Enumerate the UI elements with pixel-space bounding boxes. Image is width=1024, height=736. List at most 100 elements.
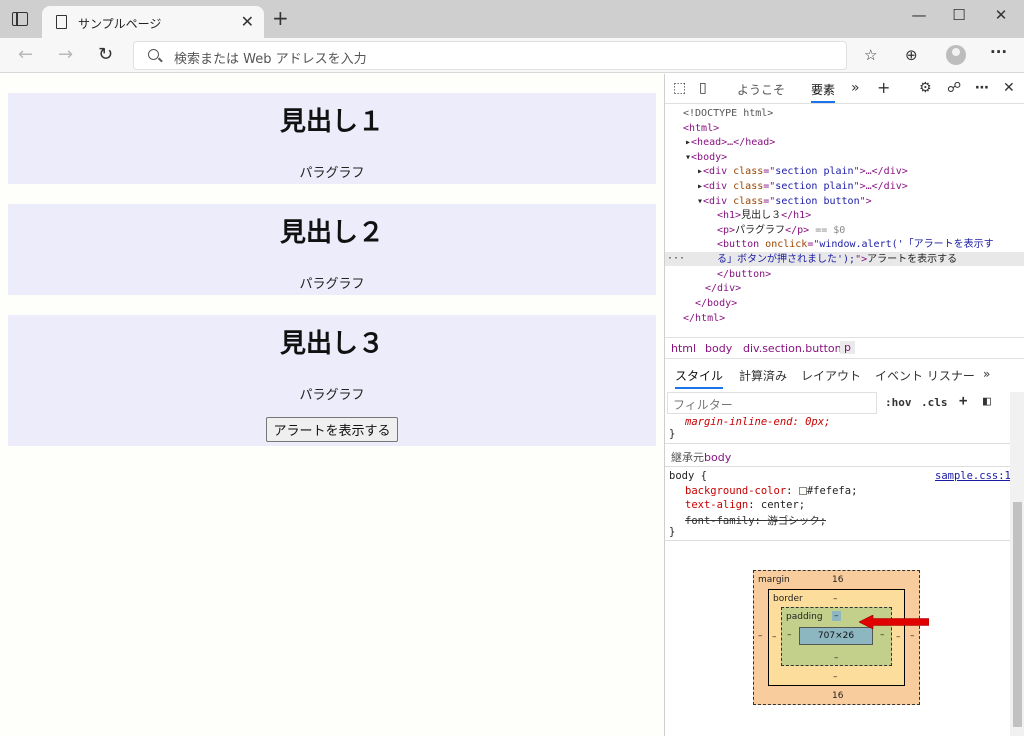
margin-left[interactable]: –: [758, 631, 763, 641]
styles-scrollbar[interactable]: [1010, 392, 1024, 736]
close-window-icon[interactable]: ✕: [986, 4, 1016, 26]
prop-bg-name: background-color: [685, 485, 787, 497]
maximize-icon[interactable]: ☐: [944, 4, 974, 26]
inherited-header: 継承元body: [671, 449, 731, 465]
padding-bottom[interactable]: –: [834, 653, 839, 663]
padding-left[interactable]: –: [787, 630, 792, 640]
dom-div-1-class: section plain: [775, 166, 854, 177]
favorites-icon[interactable]: ☆: [864, 46, 877, 64]
dom-body-close[interactable]: </body>: [695, 297, 737, 312]
dom-html-close[interactable]: </html>: [683, 312, 725, 327]
padding-top[interactable]: –: [832, 611, 841, 621]
connect-icon[interactable]: ☍: [947, 80, 961, 96]
border-left[interactable]: –: [772, 632, 777, 642]
tab-event-listeners[interactable]: イベント リスナー: [875, 367, 975, 384]
prop-text-align[interactable]: text-align: center;: [685, 499, 805, 511]
add-tab-icon[interactable]: +: [877, 78, 890, 97]
dom-div-close[interactable]: </div>: [705, 282, 741, 297]
dom-h1[interactable]: <h1>見出し３</h1>: [717, 209, 811, 224]
crumb-html[interactable]: html: [671, 342, 696, 355]
more-icon[interactable]: ···: [990, 43, 1007, 61]
dom-body[interactable]: ▾<body>: [685, 151, 727, 166]
styles-filter-input[interactable]: フィルター: [667, 392, 877, 414]
tab-title: サンプルページ: [78, 17, 162, 31]
tab-actions-icon[interactable]: [12, 12, 28, 26]
tab-welcome[interactable]: ようこそ: [737, 81, 785, 98]
toggle-sidebar-icon[interactable]: ◧: [983, 394, 991, 409]
paragraph-1: パラグラフ: [299, 166, 365, 181]
rule-close-1: }: [669, 428, 676, 440]
new-rule-button[interactable]: +: [959, 393, 967, 409]
tab-computed[interactable]: 計算済み: [739, 367, 787, 384]
box-model-content[interactable]: 707×26: [799, 627, 873, 645]
prop-font-family[interactable]: font-family: 游ゴシック;: [685, 513, 826, 528]
crumb-div[interactable]: div.section.button: [743, 342, 842, 355]
color-swatch[interactable]: [798, 487, 807, 495]
margin-bottom[interactable]: 16: [832, 691, 843, 701]
collections-icon[interactable]: ⊕: [905, 46, 918, 64]
forward-icon[interactable]: →: [58, 44, 73, 65]
border-top[interactable]: –: [833, 594, 838, 604]
rule-close-2: }: [669, 526, 676, 538]
more-tabs-icon[interactable]: »: [851, 80, 860, 96]
profile-avatar[interactable]: [946, 45, 966, 65]
new-tab-icon[interactable]: +: [272, 8, 289, 28]
padding-right[interactable]: –: [880, 630, 885, 640]
source-link[interactable]: sample.css:1: [935, 470, 1011, 482]
border-bottom[interactable]: –: [833, 672, 838, 682]
settings-icon[interactable]: ⚙: [919, 80, 932, 96]
node-menu-icon[interactable]: ···: [667, 252, 685, 267]
dom-html[interactable]: <html>: [683, 122, 719, 137]
search-icon: [148, 49, 159, 60]
devtools-more-icon[interactable]: ⋯: [975, 80, 989, 96]
dom-head[interactable]: ▸<head>…</head>: [685, 136, 775, 151]
close-tab-icon[interactable]: ✕: [241, 12, 254, 31]
border-right[interactable]: –: [896, 632, 901, 642]
scrollbar-thumb[interactable]: [1013, 502, 1022, 727]
dom-p[interactable]: <p>パラグラフ</p> == $0: [717, 224, 845, 239]
page-viewport: 見出し１ パラグラフ 見出し２ パラグラフ 見出し３ パラグラフ アラートを表示…: [0, 74, 664, 736]
margin-right[interactable]: –: [910, 631, 915, 641]
breadcrumb: html body div.section.button p: [665, 337, 1024, 359]
dom-div-1[interactable]: ▸<div class="section plain">…</div>: [697, 165, 908, 180]
dom-button[interactable]: <button onclick="window.alert('「アラートを表示す: [717, 238, 994, 253]
box-model-margin[interactable]: margin 16 16 – – border – – – – padding …: [753, 570, 920, 705]
dom-doctype[interactable]: <!DOCTYPE html>: [683, 107, 773, 122]
inherited-el[interactable]: body: [704, 451, 731, 464]
device-toolbar-icon[interactable]: ▯: [699, 80, 707, 96]
dom-div-3[interactable]: ▾<div class="section button">: [697, 195, 872, 210]
tab-layout[interactable]: レイアウト: [801, 367, 861, 384]
dom-button-cont[interactable]: る」ボタンが押されました');">アラートを表示する: [717, 253, 957, 268]
cls-button[interactable]: .cls: [921, 396, 948, 409]
address-bar[interactable]: 検索または Web アドレスを入力: [133, 41, 847, 70]
prop-background-color[interactable]: background-color: #fefefa;: [685, 485, 857, 497]
dom-h1-text: 見出し３: [741, 210, 782, 221]
devtools-panel: ⬚ ▯ ようこそ 要素 » + ⚙ ☍ ⋯ ✕ ··· <!DOCTYPE ht…: [664, 74, 1024, 736]
tab-styles[interactable]: スタイル: [675, 367, 724, 389]
margin-top[interactable]: 16: [832, 575, 843, 585]
dom-div-2[interactable]: ▸<div class="section plain">…</div>: [697, 180, 908, 195]
reload-icon[interactable]: ↻: [98, 44, 113, 65]
border-label: border: [773, 594, 803, 604]
hov-button[interactable]: :hov: [885, 396, 912, 409]
dom-div-3-class: section button: [775, 196, 860, 207]
section-1: 見出し１ パラグラフ: [8, 93, 656, 184]
box-model-border[interactable]: border – – – – padding – – – – 707×26: [768, 589, 905, 686]
tab-elements[interactable]: 要素: [811, 81, 836, 103]
crumb-body[interactable]: body: [705, 342, 732, 355]
paragraph-3: パラグラフ: [299, 388, 365, 403]
minimize-icon[interactable]: —: [904, 4, 934, 26]
browser-tab[interactable]: サンプルページ ✕: [42, 6, 264, 38]
rule-selector[interactable]: body {: [669, 470, 707, 482]
section-2: 見出し２ パラグラフ: [8, 204, 656, 295]
prop-ta-value: center;: [760, 499, 806, 511]
inspect-icon[interactable]: ⬚: [673, 80, 686, 96]
margin-label: margin: [758, 575, 790, 585]
dom-button-close[interactable]: </button>: [717, 268, 771, 283]
back-icon[interactable]: ←: [18, 44, 33, 65]
close-devtools-icon[interactable]: ✕: [1003, 80, 1015, 96]
dom-div-2-class: section plain: [775, 181, 854, 192]
alert-button[interactable]: アラートを表示する: [266, 417, 398, 442]
more-subtabs-icon[interactable]: »: [983, 367, 990, 381]
crumb-p[interactable]: p: [840, 341, 855, 354]
